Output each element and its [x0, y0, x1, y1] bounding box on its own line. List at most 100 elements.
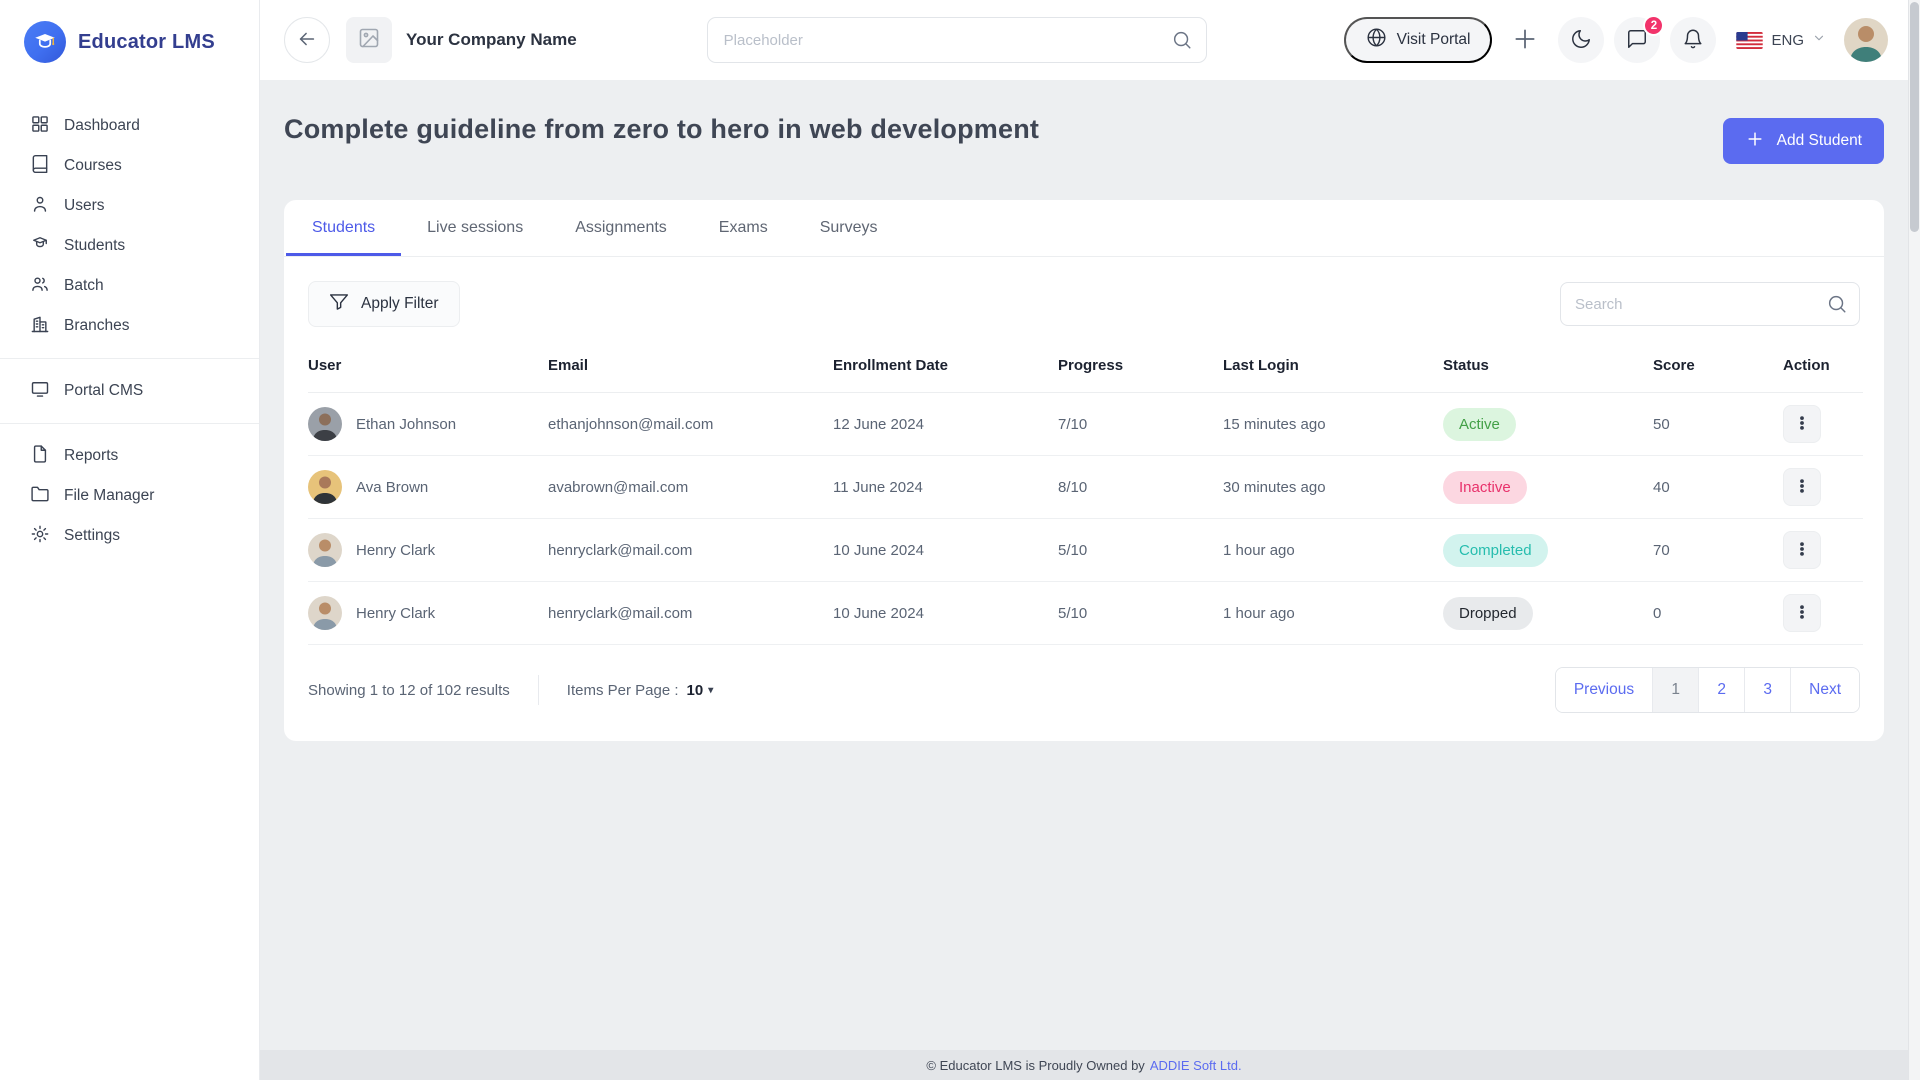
building-icon: [30, 314, 50, 339]
moon-icon: [1570, 28, 1592, 53]
add-student-label: Add Student: [1777, 132, 1862, 150]
company-name: Your Company Name: [406, 30, 577, 50]
user-avatar[interactable]: [1844, 18, 1888, 62]
avatar: [308, 596, 342, 630]
items-per-page-select[interactable]: 10▾: [687, 682, 714, 699]
sidebar-item-reports[interactable]: Reports: [0, 436, 259, 476]
back-button[interactable]: [284, 17, 330, 63]
us-flag-icon: [1736, 32, 1763, 49]
page-content: Complete guideline from zero to hero in …: [260, 80, 1908, 1050]
page-button-1[interactable]: 1: [1652, 668, 1698, 712]
page-button-3[interactable]: 3: [1744, 668, 1790, 712]
table-search-input[interactable]: [1560, 282, 1860, 326]
language-selector[interactable]: ENG: [1736, 31, 1826, 50]
brand: Educator LMS: [0, 0, 259, 84]
page-title: Complete guideline from zero to hero in …: [284, 114, 1039, 145]
visit-portal-button[interactable]: Visit Portal: [1344, 17, 1493, 63]
caret-down-icon: ▾: [708, 685, 713, 696]
sidebar-item-users[interactable]: Users: [0, 186, 259, 226]
apply-filter-button[interactable]: Apply Filter: [308, 281, 460, 327]
add-student-button[interactable]: Add Student: [1723, 118, 1884, 164]
status-badge: Active: [1443, 408, 1516, 441]
page-button-2[interactable]: 2: [1698, 668, 1744, 712]
progress-value: 5/10: [1058, 582, 1223, 645]
sidebar-item-label: Users: [64, 197, 104, 215]
status-badge: Inactive: [1443, 471, 1527, 504]
tab-exams[interactable]: Exams: [693, 200, 794, 256]
sidebar-item-courses[interactable]: Courses: [0, 146, 259, 186]
table-search: [1560, 282, 1860, 326]
last-login: 1 hour ago: [1223, 582, 1443, 645]
column-header-enrollment-date: Enrollment Date: [833, 347, 1058, 393]
main-area: Your Company Name Visit Portal 2: [260, 0, 1908, 1080]
last-login: 30 minutes ago: [1223, 456, 1443, 519]
sidebar-item-portal-cms[interactable]: Portal CMS: [0, 371, 259, 411]
sidebar-item-label: Batch: [64, 277, 104, 295]
messages-button[interactable]: 2: [1614, 17, 1660, 63]
topbar: Your Company Name Visit Portal 2: [260, 0, 1908, 80]
table-toolbar: Apply Filter: [284, 257, 1884, 347]
tab-live-sessions[interactable]: Live sessions: [401, 200, 549, 256]
footer-link[interactable]: ADDIE Soft Ltd.: [1150, 1058, 1242, 1073]
progress-value: 7/10: [1058, 393, 1223, 456]
sidebar-divider: [0, 423, 259, 424]
kebab-menu-icon: [1793, 414, 1811, 435]
brand-name: Educator LMS: [78, 31, 215, 54]
add-quick-button[interactable]: [1502, 17, 1548, 63]
sidebar-item-label: Settings: [64, 527, 120, 545]
scrollbar[interactable]: [1908, 0, 1920, 1080]
status-badge: Dropped: [1443, 597, 1533, 630]
page-footer: © Educator LMS is Proudly Owned by ADDIE…: [260, 1050, 1908, 1080]
sidebar-item-settings[interactable]: Settings: [0, 516, 259, 556]
sidebar-item-dashboard[interactable]: Dashboard: [0, 106, 259, 146]
plus-icon: [1745, 129, 1765, 154]
tab-surveys[interactable]: Surveys: [794, 200, 904, 256]
previous-page-button[interactable]: Previous: [1556, 668, 1652, 712]
score-value: 40: [1653, 456, 1783, 519]
next-page-button[interactable]: Next: [1790, 668, 1859, 712]
user-name: Ethan Johnson: [356, 416, 456, 433]
items-per-page: Items Per Page : 10▾: [567, 682, 713, 699]
arrow-left-icon: [296, 28, 318, 53]
kebab-menu-icon: [1793, 540, 1811, 561]
score-value: 70: [1653, 519, 1783, 582]
enrollment-date: 12 June 2024: [833, 393, 1058, 456]
table-header-row: User Email Enrollment Date Progress Last…: [308, 347, 1863, 393]
sidebar-item-label: Reports: [64, 447, 118, 465]
sidebar-item-branches[interactable]: Branches: [0, 306, 259, 346]
plus-icon: [1512, 26, 1538, 55]
scrollbar-thumb[interactable]: [1910, 2, 1919, 232]
sidebar-item-students[interactable]: Students: [0, 226, 259, 266]
column-header-action: Action: [1783, 347, 1863, 393]
globe-icon: [1366, 27, 1387, 53]
column-header-progress: Progress: [1058, 347, 1223, 393]
global-search: [707, 17, 1207, 63]
row-actions-button[interactable]: [1783, 594, 1821, 632]
students-table: User Email Enrollment Date Progress Last…: [308, 347, 1863, 645]
row-actions-button[interactable]: [1783, 405, 1821, 443]
results-summary: Showing 1 to 12 of 102 results: [308, 682, 510, 699]
score-value: 50: [1653, 393, 1783, 456]
notifications-button[interactable]: [1670, 17, 1716, 63]
global-search-input[interactable]: [707, 17, 1207, 63]
sidebar-item-file-manager[interactable]: File Manager: [0, 476, 259, 516]
last-login: 1 hour ago: [1223, 519, 1443, 582]
tab-assignments[interactable]: Assignments: [549, 200, 693, 256]
sidebar-item-batch[interactable]: Batch: [0, 266, 259, 306]
pagination: Previous 1 2 3 Next: [1555, 667, 1860, 713]
dark-mode-button[interactable]: [1558, 17, 1604, 63]
folder-icon: [30, 484, 50, 509]
messages-count-badge: 2: [1643, 15, 1664, 36]
row-actions-button[interactable]: [1783, 468, 1821, 506]
last-login: 15 minutes ago: [1223, 393, 1443, 456]
document-icon: [30, 444, 50, 469]
row-actions-button[interactable]: [1783, 531, 1821, 569]
column-header-user: User: [308, 347, 548, 393]
image-icon: [357, 26, 381, 55]
book-icon: [30, 154, 50, 179]
status-badge: Completed: [1443, 534, 1548, 567]
enrollment-date: 10 June 2024: [833, 519, 1058, 582]
tab-students[interactable]: Students: [286, 200, 401, 256]
sidebar-item-label: Branches: [64, 317, 129, 335]
educator-lms-logo-icon: [24, 21, 66, 63]
